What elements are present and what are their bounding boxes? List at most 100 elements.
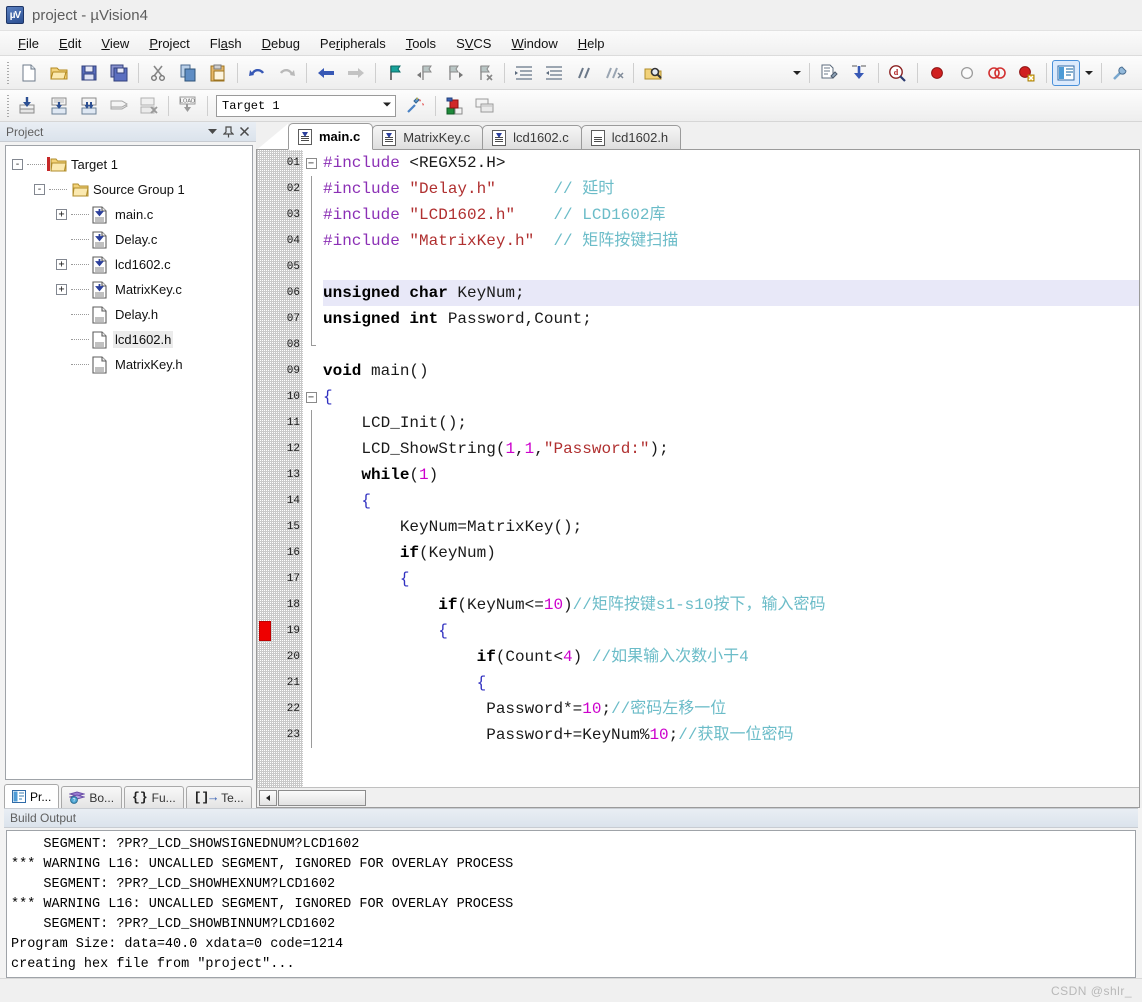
project-tree[interactable]: - Target 1 - Source Group 1 + main.c Delay.c + l… xyxy=(5,145,253,780)
stop-build-icon[interactable] xyxy=(135,93,163,119)
line-number[interactable]: 10 xyxy=(257,384,303,410)
line-number[interactable]: 02 xyxy=(257,176,303,202)
configuration-wizard-icon[interactable] xyxy=(1107,60,1135,86)
hscroll-track[interactable] xyxy=(366,790,1137,806)
code-line[interactable]: Password*=10;//密码左移一位 xyxy=(323,696,1139,722)
redo-icon[interactable] xyxy=(273,60,301,86)
line-number[interactable]: 14 xyxy=(257,488,303,514)
project-window-icon[interactable] xyxy=(1052,59,1080,86)
fold-collapse-icon[interactable]: − xyxy=(305,391,317,403)
tree-item-source-group-1[interactable]: - Source Group 1 xyxy=(12,177,252,202)
hscroll-thumb[interactable] xyxy=(278,789,366,806)
target-selector[interactable]: Target 1 xyxy=(216,94,396,117)
panel-tab-functions[interactable]: {} Fu... xyxy=(124,786,184,808)
build-output-text[interactable]: SEGMENT: ?PR?_LCD_SHOWSIGNEDNUM?LCD1602 *… xyxy=(6,830,1136,978)
code-line[interactable]: while(1) xyxy=(323,462,1139,488)
code-line[interactable]: unsigned int Password,Count; xyxy=(323,306,1139,332)
tree-item-lcd1602-h[interactable]: lcd1602.h xyxy=(12,327,252,352)
copy-icon[interactable] xyxy=(174,60,202,86)
line-number-gutter[interactable]: 01 02 03 04 05 06 07 08 09 10 11 12 13 14 15 16 17 18 19 20… xyxy=(257,150,303,787)
panel-tab-templates[interactable]: []→ Te... xyxy=(185,786,252,808)
panel-tab-books[interactable]: ? Bo... xyxy=(61,786,123,808)
code-line[interactable]: unsigned char KeyNum; xyxy=(323,280,1139,306)
code-line[interactable]: LCD_Init(); xyxy=(323,410,1139,436)
code-line[interactable]: { xyxy=(323,566,1139,592)
tree-item-main-c[interactable]: + main.c xyxy=(12,202,252,227)
line-number[interactable]: 13 xyxy=(257,462,303,488)
tree-item-delay-h[interactable]: Delay.h xyxy=(12,302,252,327)
line-number[interactable]: 19 xyxy=(257,618,303,644)
bookmark-next-icon[interactable] xyxy=(441,60,469,86)
code-line[interactable]: void main() xyxy=(323,358,1139,384)
code-line[interactable] xyxy=(323,332,1139,358)
line-number[interactable]: 07 xyxy=(257,306,303,332)
collapse-icon[interactable]: - xyxy=(12,159,23,170)
find-in-files-icon[interactable] xyxy=(639,60,667,86)
line-number[interactable]: 22 xyxy=(257,696,303,722)
code-line[interactable] xyxy=(323,254,1139,280)
code-line[interactable]: { xyxy=(323,670,1139,696)
code-line[interactable]: #include "MatrixKey.h" // 矩阵按键扫描 xyxy=(323,228,1139,254)
save-icon[interactable] xyxy=(75,60,103,86)
document-tab-main-c[interactable]: main.c xyxy=(288,123,374,150)
forward-icon[interactable] xyxy=(342,60,370,86)
rebuild-all-icon[interactable] xyxy=(75,93,103,119)
line-number[interactable]: 11 xyxy=(257,410,303,436)
menu-svcs[interactable]: SVCS xyxy=(446,33,501,54)
line-number[interactable]: 16 xyxy=(257,540,303,566)
line-number[interactable]: 09 xyxy=(257,358,303,384)
debug-start-icon[interactable]: d xyxy=(884,60,912,86)
fold-marker[interactable]: − xyxy=(303,150,319,176)
new-file-icon[interactable] xyxy=(15,60,43,86)
comment-icon[interactable] xyxy=(570,60,598,86)
expand-icon[interactable]: + xyxy=(56,284,67,295)
line-number[interactable]: 21 xyxy=(257,670,303,696)
code-line[interactable]: if(KeyNum) xyxy=(323,540,1139,566)
menu-edit[interactable]: Edit xyxy=(49,33,91,54)
code-editor[interactable]: 01 02 03 04 05 06 07 08 09 10 11 12 13 14 15 16 17 18 19 20… xyxy=(256,150,1140,808)
line-number[interactable]: 12 xyxy=(257,436,303,462)
code-line[interactable]: #include <REGX52.H> xyxy=(323,150,1139,176)
line-number[interactable]: 08 xyxy=(257,332,303,358)
target-options-icon[interactable] xyxy=(402,93,430,119)
insert-breakpoint-icon[interactable] xyxy=(923,60,951,86)
line-number[interactable]: 04 xyxy=(257,228,303,254)
collapse-icon[interactable]: - xyxy=(34,184,45,195)
menu-help[interactable]: Help xyxy=(568,33,615,54)
uncomment-icon[interactable] xyxy=(600,60,628,86)
expand-icon[interactable]: + xyxy=(56,259,67,270)
line-number[interactable]: 15 xyxy=(257,514,303,540)
panel-dropdown-icon[interactable] xyxy=(204,124,220,140)
code-line[interactable]: LCD_ShowString(1,1,"Password:"); xyxy=(323,436,1139,462)
disable-breakpoint-icon[interactable] xyxy=(953,60,981,86)
code-line[interactable]: { xyxy=(323,618,1139,644)
expand-icon[interactable]: + xyxy=(56,209,67,220)
menu-flash[interactable]: Flash xyxy=(200,33,252,54)
line-number[interactable]: 17 xyxy=(257,566,303,592)
compile-icon[interactable] xyxy=(815,60,843,86)
tree-item-matrixkey-c[interactable]: + MatrixKey.c xyxy=(12,277,252,302)
tree-item-target-1[interactable]: - Target 1 xyxy=(12,152,252,177)
panel-close-icon[interactable] xyxy=(236,124,252,140)
disable-all-breakpoints-icon[interactable] xyxy=(1013,60,1041,86)
line-number[interactable]: 18 xyxy=(257,592,303,618)
editor-horizontal-scrollbar[interactable] xyxy=(257,787,1139,807)
kill-all-breakpoints-icon[interactable] xyxy=(983,60,1011,86)
outdent-icon[interactable] xyxy=(540,60,568,86)
fold-marker[interactable]: − xyxy=(303,384,319,410)
line-number[interactable]: 06 xyxy=(257,280,303,306)
document-tab-lcd1602-c[interactable]: lcd1602.c xyxy=(482,125,582,150)
code-line[interactable]: if(KeyNum<=10)//矩阵按键s1-s10按下，输入密码 xyxy=(323,592,1139,618)
menu-tools[interactable]: Tools xyxy=(396,33,446,54)
dropdown-caret-icon[interactable] xyxy=(789,62,805,84)
tree-item-delay-c[interactable]: Delay.c xyxy=(12,227,252,252)
line-number[interactable]: 23 xyxy=(257,722,303,748)
open-file-icon[interactable] xyxy=(45,60,73,86)
line-number[interactable]: 03 xyxy=(257,202,303,228)
menu-window[interactable]: Window xyxy=(501,33,567,54)
code-folding-column[interactable]: − − xyxy=(303,150,319,787)
batch-build-icon[interactable] xyxy=(105,93,133,119)
toolbar-grip[interactable] xyxy=(4,61,11,84)
target-selector-caret[interactable] xyxy=(382,100,392,111)
line-number[interactable]: 20 xyxy=(257,644,303,670)
